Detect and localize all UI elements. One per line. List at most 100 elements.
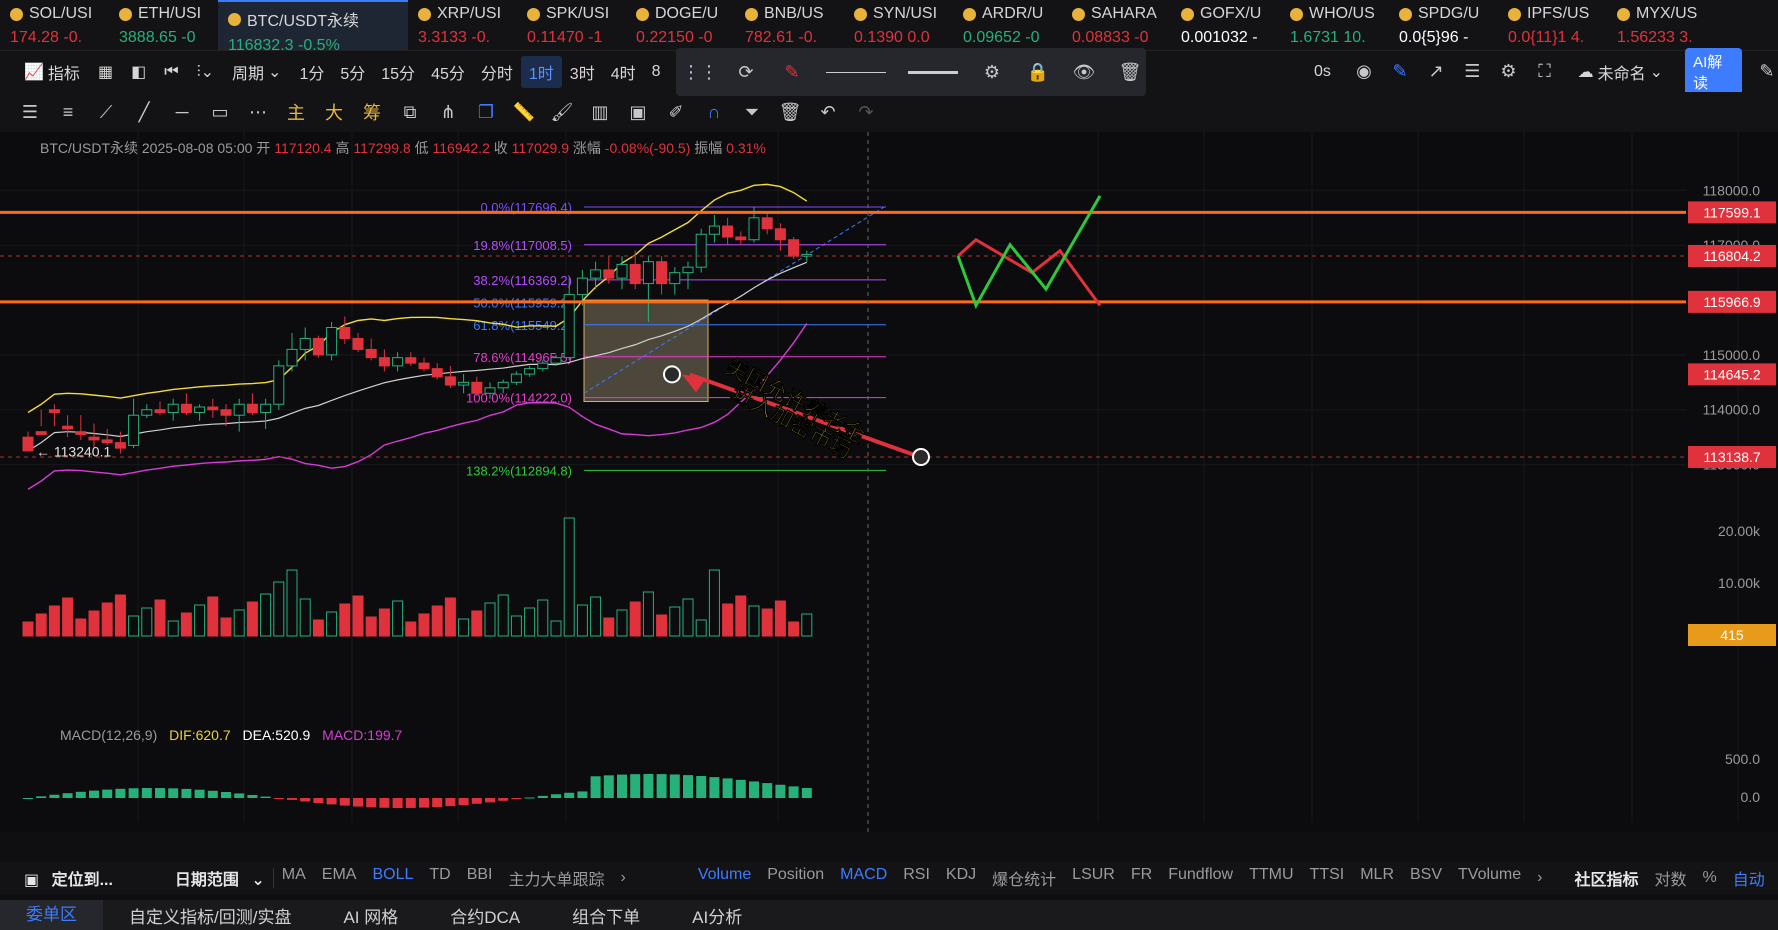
main-indicator-4[interactable]: BBI: [459, 866, 501, 890]
chevron-right-icon[interactable]: ›: [1529, 869, 1550, 887]
date-range-dropdown[interactable]: 日期范围 ⌄: [159, 866, 273, 890]
copy-icon[interactable]: ❐: [474, 100, 498, 124]
chips-toggle[interactable]: 筹: [360, 100, 384, 124]
main-indicator-3[interactable]: TD: [421, 866, 458, 890]
main-indicator-1[interactable]: EMA: [314, 866, 365, 890]
magnet-icon[interactable]: ∩: [702, 100, 726, 124]
sub-indicator-7[interactable]: FR: [1123, 866, 1160, 890]
sub-indicator-11[interactable]: MLR: [1352, 866, 1402, 890]
ticker-8[interactable]: ARDR/U 0.09652 -0: [953, 0, 1062, 50]
bottom-tab-1[interactable]: 自定义指标/回测/实盘: [103, 903, 317, 928]
period-dropdown[interactable]: 周期 ⌄: [224, 56, 289, 88]
bottom-tab-2[interactable]: AI 网格: [317, 903, 424, 928]
ticker-10[interactable]: GOFX/U 0.001032 -: [1171, 0, 1280, 50]
ticker-9[interactable]: SAHARA 0.08833 -0: [1062, 0, 1171, 50]
ai-interpret-button[interactable]: AI解读: [1685, 47, 1742, 96]
sub-indicator-6[interactable]: LSUR: [1064, 866, 1123, 890]
ticker-6[interactable]: BNB/US 782.61 -0.: [735, 0, 844, 50]
list-icon[interactable]: ☰: [1461, 60, 1483, 84]
sub-indicator-0[interactable]: Volume: [690, 866, 759, 890]
sliders-icon[interactable]: ≡: [56, 100, 80, 124]
main-indicator-5[interactable]: 主力大单跟踪: [501, 866, 613, 890]
sub-indicator-3[interactable]: RSI: [895, 866, 938, 890]
interval-4[interactable]: 分时: [473, 56, 521, 88]
camera-icon[interactable]: ◉: [1353, 60, 1375, 84]
replay-button[interactable]: ⏮: [156, 59, 186, 85]
bottom-tab-3[interactable]: 合约DCA: [424, 903, 546, 928]
ticker-1[interactable]: ETH/USI 3888.65 -0: [109, 0, 218, 50]
ticker-4[interactable]: SPK/USI 0.11470 -1: [517, 0, 626, 50]
ticker-13[interactable]: IPFS/US 0.0{11}1 4.: [1498, 0, 1607, 50]
sub-indicator-8[interactable]: Fundflow: [1160, 866, 1241, 890]
community-indicators[interactable]: 社区指标: [1566, 866, 1646, 890]
ticker-5[interactable]: DOGE/U 0.22150 -0: [626, 0, 735, 50]
interval-7[interactable]: 4时: [603, 56, 644, 88]
brush-icon[interactable]: 🖌: [550, 100, 574, 124]
main-toggle[interactable]: 主: [284, 100, 308, 124]
pen-icon[interactable]: ✎: [1389, 60, 1411, 84]
menu-icon[interactable]: ☰: [18, 100, 42, 124]
more-icon[interactable]: ⋯: [246, 100, 270, 124]
sub-indicator-5[interactable]: 爆仓统计: [984, 866, 1064, 890]
line-color-icon[interactable]: ✎: [780, 60, 804, 84]
ray-icon[interactable]: ╱: [132, 100, 156, 124]
undo-icon[interactable]: ↶: [816, 100, 840, 124]
eye-icon[interactable]: 👁: [1072, 60, 1096, 84]
large-toggle[interactable]: 大: [322, 100, 346, 124]
ticker-11[interactable]: WHO/US 1.6731 10.: [1280, 0, 1389, 50]
percent-toggle[interactable]: %: [1695, 869, 1725, 887]
interval-6[interactable]: 3时: [562, 56, 603, 88]
locate-button[interactable]: ▣ 定位到...: [0, 866, 129, 890]
account-button[interactable]: ☁ 未命名 ⌄: [1570, 56, 1671, 88]
chart-type-button[interactable]: ⫶⌄: [189, 58, 222, 86]
lock-icon[interactable]: 🔒: [1026, 60, 1050, 84]
interval-8[interactable]: 8: [644, 56, 669, 88]
ruler-icon[interactable]: 📏: [512, 100, 536, 124]
trend-line-icon[interactable]: ⟋: [94, 100, 118, 124]
sub-indicator-2[interactable]: MACD: [832, 866, 895, 890]
bottom-tab-5[interactable]: AI分析: [666, 903, 768, 928]
ticker-14[interactable]: MYX/US 1.56233 3.: [1607, 0, 1716, 50]
bottom-tab-4[interactable]: 组合下单: [546, 903, 666, 928]
edit-icon[interactable]: ✎: [1756, 60, 1778, 84]
auto-toggle[interactable]: 自动: [1725, 866, 1773, 890]
clipboard-icon[interactable]: ▣: [626, 100, 650, 124]
calendar-button[interactable]: ▦: [90, 58, 121, 86]
layout-button[interactable]: ◧: [123, 58, 154, 86]
sub-indicator-12[interactable]: BSV: [1402, 866, 1450, 890]
sub-indicator-10[interactable]: TTSI: [1302, 866, 1353, 890]
sub-indicator-9[interactable]: TTMU: [1241, 866, 1301, 890]
fork-icon[interactable]: ⋔: [436, 100, 460, 124]
interval-5[interactable]: 1时: [520, 55, 562, 88]
chevron-right-icon[interactable]: ›: [613, 869, 634, 887]
ticker-2[interactable]: BTC/USDT永续 116832.3 -0.5%: [218, 0, 408, 50]
line-width-dropdown[interactable]: [908, 70, 958, 74]
drag-handle-icon[interactable]: ⋮⋮: [682, 60, 718, 84]
interval-2[interactable]: 15分: [373, 56, 423, 88]
gear-icon[interactable]: ⚙: [1497, 60, 1519, 84]
log-toggle[interactable]: 对数: [1647, 866, 1695, 890]
rectangle-icon[interactable]: ▭: [208, 100, 232, 124]
main-indicator-0[interactable]: MA: [274, 866, 314, 890]
line-style-dropdown[interactable]: [826, 71, 886, 73]
settings-icon[interactable]: ⚙: [980, 60, 1004, 84]
indicators-button[interactable]: 📈 指标: [16, 56, 88, 88]
pattern-icon[interactable]: ⧉: [398, 100, 422, 124]
sub-indicator-4[interactable]: KDJ: [938, 866, 984, 890]
bottom-tab-0[interactable]: 委单区: [0, 900, 103, 930]
interval-1[interactable]: 5分: [332, 56, 373, 88]
horizontal-line-icon[interactable]: ─: [170, 100, 194, 124]
ticker-0[interactable]: SOL/USI 174.28 -0.: [0, 0, 109, 50]
redo-icon[interactable]: ↷: [854, 100, 878, 124]
filter-icon[interactable]: ⏷: [740, 100, 764, 124]
interval-0[interactable]: 1分: [291, 56, 332, 88]
sub-indicator-13[interactable]: TVolume: [1450, 866, 1529, 890]
interval-3[interactable]: 45分: [423, 56, 473, 88]
refresh-icon[interactable]: ⟳: [734, 60, 758, 84]
trash-icon[interactable]: 🗑: [778, 100, 802, 124]
sub-indicator-1[interactable]: Position: [759, 866, 832, 890]
share-icon[interactable]: ↗: [1425, 60, 1447, 84]
fullscreen-icon[interactable]: ⛶: [1534, 60, 1556, 84]
delete-icon[interactable]: 🗑: [1118, 60, 1142, 84]
ticker-7[interactable]: SYN/USI 0.1390 0.0: [844, 0, 953, 50]
